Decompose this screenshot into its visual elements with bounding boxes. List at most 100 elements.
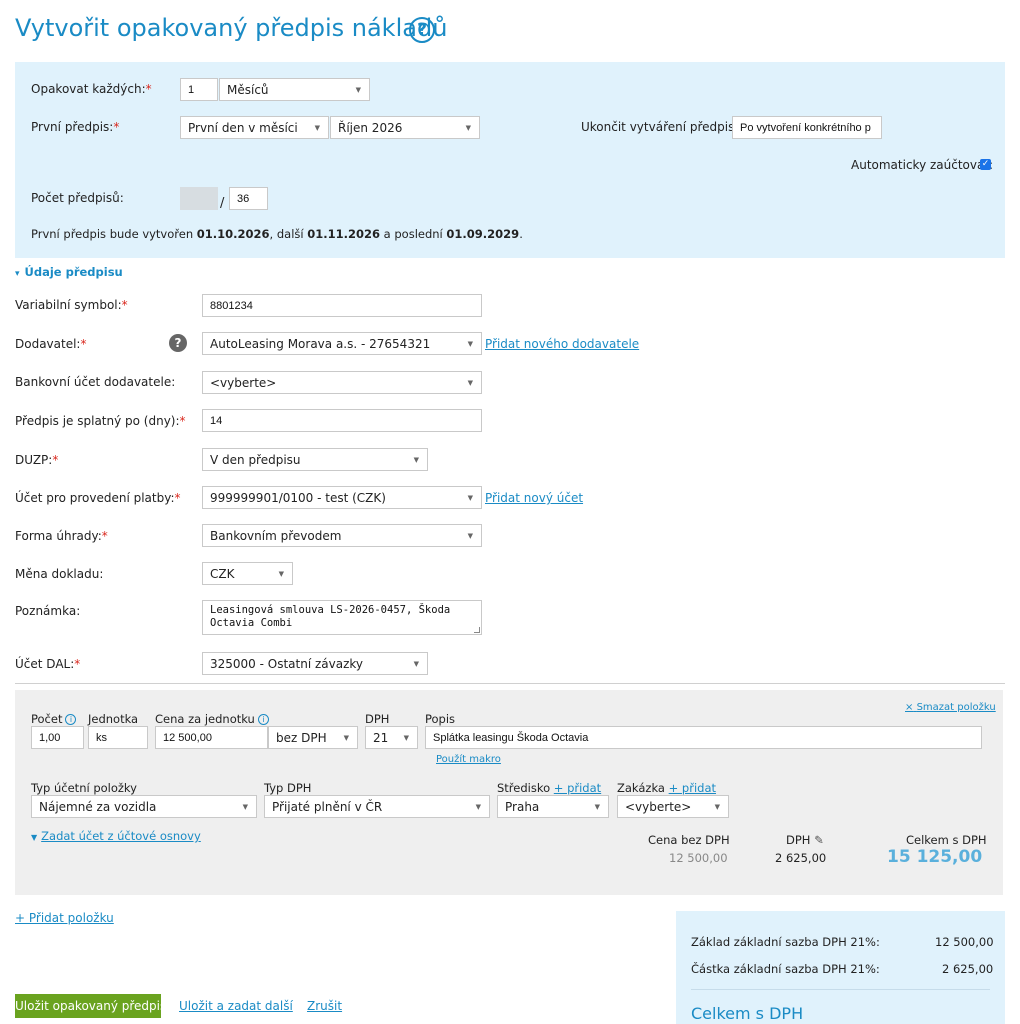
item-vat-select[interactable]: 21 ▼: [365, 726, 418, 749]
item-unit-label: Jednotka: [88, 712, 139, 726]
repeat-unit-value: Měsíců: [227, 83, 269, 97]
chevron-down-icon: ▼: [242, 803, 248, 811]
chevron-down-icon: ▼: [343, 734, 349, 742]
delete-item-link[interactable]: × Smazat položku: [905, 702, 996, 713]
first-label: První předpis:*: [31, 120, 120, 134]
first-day-value: První den v měsíci: [188, 121, 298, 135]
item-desc-input[interactable]: Splátka leasingu Škoda Octavia: [425, 726, 982, 749]
chevron-down-icon: ▼: [314, 124, 320, 132]
item-count-label: Počet i: [31, 712, 77, 726]
bank-label: Bankovní účet dodavatele:: [15, 375, 176, 389]
vat-type-value: Přijaté plnění v ČR: [272, 800, 383, 814]
section-title: Údaje předpisu: [24, 265, 123, 279]
close-icon: ×: [905, 702, 914, 713]
add-account-link[interactable]: Přidat nový účet: [485, 491, 583, 505]
order-select[interactable]: <vyberte> ▼: [617, 795, 729, 818]
account-select[interactable]: 999999901/0100 - test (CZK) ▼: [202, 486, 482, 509]
center-label: Středisko + přidat: [497, 781, 602, 795]
vat-type-label: Typ DPH: [264, 781, 312, 795]
item-price-input[interactable]: 12 500,00: [155, 726, 268, 749]
total-value: 15 125,00: [887, 847, 983, 867]
chart-of-accounts-link[interactable]: ▼ Zadat účet z účtové osnovy: [31, 829, 201, 843]
save-recurring-button[interactable]: Uložit opakovaný předpis: [15, 994, 166, 1018]
summary-divider: [691, 989, 990, 990]
item-vat-label: DPH: [365, 712, 390, 726]
duzp-value: V den předpisu: [210, 453, 301, 467]
resize-handle-icon[interactable]: [474, 627, 480, 633]
payment-select[interactable]: Bankovním převodem ▼: [202, 524, 482, 547]
pencil-icon[interactable]: ✎: [814, 833, 824, 847]
summary-vat-value: 2 625,00: [942, 962, 994, 976]
payment-value: Bankovním převodem: [210, 529, 342, 543]
due-label: Předpis je splatný po (dny):*: [15, 414, 186, 428]
supplier-select[interactable]: AutoLeasing Morava a.s. - 27654321 ▼: [202, 332, 482, 355]
item-type-select[interactable]: Nájemné za vozidla ▼: [31, 795, 257, 818]
dal-label: Účet DAL:*: [15, 657, 81, 671]
count-separator: /: [220, 196, 225, 211]
first-day-select[interactable]: První den v měsíci ▼: [180, 116, 329, 139]
count-total-input[interactable]: 36: [229, 187, 268, 210]
auto-post-checkbox[interactable]: ✓: [980, 159, 991, 170]
chevron-down-icon: ▼: [465, 124, 471, 132]
use-macro-link[interactable]: Použít makro: [436, 754, 501, 765]
center-value: Praha: [505, 800, 540, 814]
info-icon[interactable]: i: [65, 714, 77, 725]
chart-of-accounts-label: Zadat účet z účtové osnovy: [41, 829, 201, 843]
section-toggle[interactable]: ▾ Údaje předpisu: [15, 265, 123, 279]
info-icon[interactable]: i: [257, 714, 269, 725]
repeat-interval-input[interactable]: 1: [180, 78, 218, 101]
bank-select[interactable]: <vyberte> ▼: [202, 371, 482, 394]
note-textarea[interactable]: Leasingová smlouva LS-2026-0457, Škoda O…: [202, 600, 482, 635]
end-select[interactable]: Po vytvoření konkrétního p: [732, 116, 882, 139]
save-and-next-link[interactable]: Uložit a zadat další: [179, 999, 293, 1013]
help-icon[interactable]: ?: [409, 17, 435, 43]
cancel-link[interactable]: Zrušit: [307, 999, 342, 1013]
item-count-input[interactable]: 1,00: [31, 726, 84, 749]
chevron-down-icon: ▼: [467, 494, 473, 502]
add-supplier-link[interactable]: Přidat nového dodavatele: [485, 337, 639, 351]
item-type-label: Typ účetní položky: [31, 781, 137, 795]
add-order-link[interactable]: + přidat: [669, 781, 716, 795]
payment-label: Forma úhrady:*: [15, 529, 108, 543]
question-icon[interactable]: ?: [169, 334, 187, 352]
add-center-link[interactable]: + přidat: [554, 781, 601, 795]
item-unit-input[interactable]: ks: [88, 726, 148, 749]
add-item-link[interactable]: + Přidat položku: [15, 911, 114, 925]
chevron-down-icon: ▼: [714, 803, 720, 811]
summary-total-label: Celkem s DPH: [691, 1004, 804, 1023]
order-value: <vyberte>: [625, 800, 692, 814]
auto-label: Automaticky zaúčtovat:: [851, 158, 994, 172]
chevron-down-icon: ▼: [467, 379, 473, 387]
chevron-down-icon: ▼: [467, 532, 473, 540]
item-price-mode-select[interactable]: bez DPH ▼: [268, 726, 358, 749]
vs-label: Variabilní symbol:*: [15, 298, 128, 312]
first-month-select[interactable]: Říjen 2026 ▼: [330, 116, 480, 139]
chevron-down-icon: ▼: [413, 456, 419, 464]
vs-input[interactable]: 8801234: [202, 294, 482, 317]
currency-select[interactable]: CZK ▼: [202, 562, 293, 585]
chevron-down-icon: ▾: [15, 269, 20, 279]
count-done-input: [180, 187, 218, 210]
note-label: Poznámka:: [15, 604, 81, 618]
due-input[interactable]: 14: [202, 409, 482, 432]
chevron-down-icon: ▼: [594, 803, 600, 811]
duzp-select[interactable]: V den předpisu ▼: [202, 448, 428, 471]
chevron-down-icon: ▼: [403, 734, 409, 742]
supplier-label: Dodavatel:*: [15, 337, 87, 351]
dal-select[interactable]: 325000 - Ostatní závazky ▼: [202, 652, 428, 675]
page-title: Vytvořit opakovaný předpis nákladů: [15, 14, 448, 42]
currency-label: Měna dokladu:: [15, 567, 104, 581]
bank-value: <vyberte>: [210, 376, 277, 390]
divider: [15, 683, 1005, 684]
vat-type-select[interactable]: Přijaté plnění v ČR ▼: [264, 795, 490, 818]
repeat-unit-select[interactable]: Měsíců ▼: [219, 78, 370, 101]
chevron-down-icon: ▼: [413, 660, 419, 668]
center-select[interactable]: Praha ▼: [497, 795, 609, 818]
chevron-down-icon: ▼: [278, 570, 284, 578]
item-price-mode-value: bez DPH: [276, 731, 327, 745]
delete-item-label: Smazat položku: [916, 702, 996, 713]
order-label: Zakázka + přidat: [617, 781, 717, 795]
supplier-value: AutoLeasing Morava a.s. - 27654321: [210, 337, 431, 351]
chevron-down-icon: ▼: [467, 340, 473, 348]
recurrence-summary: První předpis bude vytvořen 01.10.2026, …: [31, 227, 523, 241]
